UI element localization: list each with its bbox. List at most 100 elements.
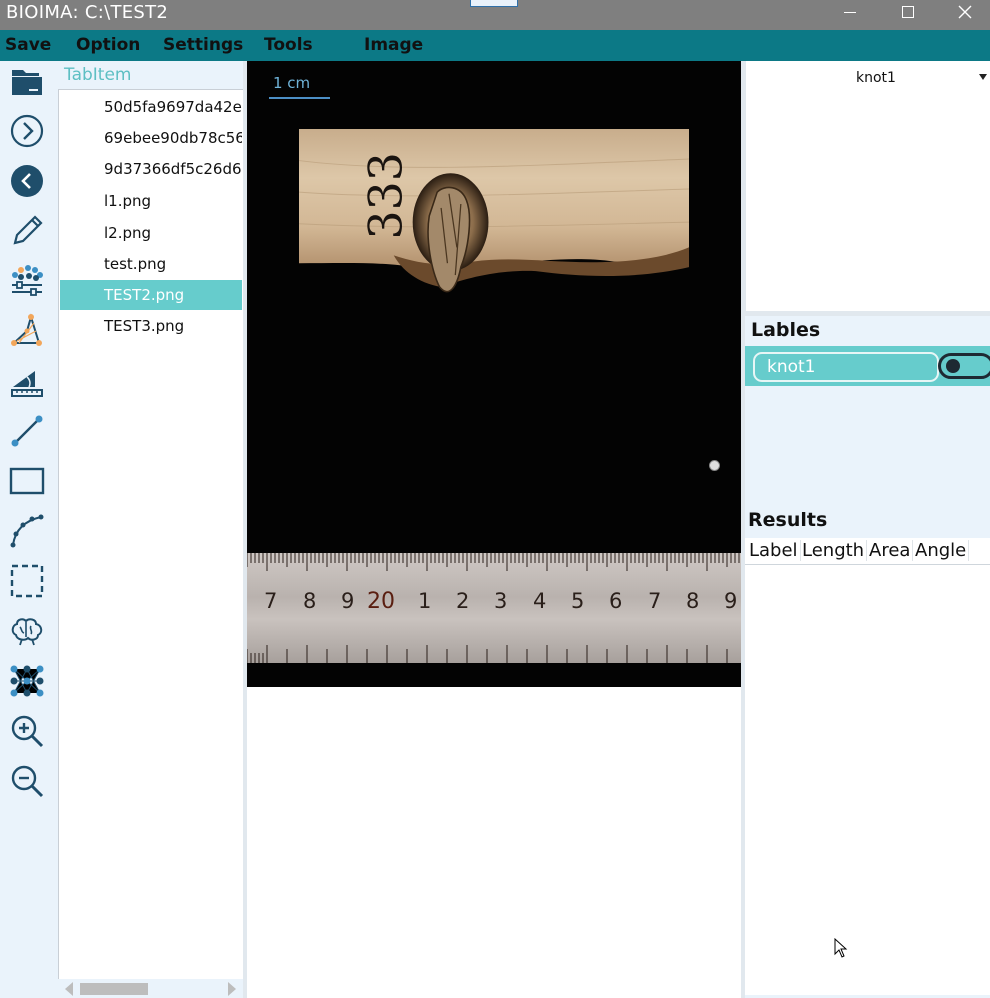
minimize-icon [844,12,856,13]
ruler-number: 8 [686,589,700,613]
brain-icon [11,618,43,646]
polyline-tool[interactable] [7,511,47,551]
tab-item-header[interactable]: TabItem [64,65,131,85]
line-icon [11,415,43,447]
class-select-panel: knot1 [746,61,990,311]
scroll-left-arrow-icon[interactable] [65,982,73,996]
ruler-number: 4 [533,589,547,613]
ruler-number: 7 [648,589,662,613]
wood-sample-image[interactable]: 333 1 cm 7 8 9 20 1 2 3 4 5 6 7 8 9 [247,61,741,687]
polyline-icon [10,514,44,548]
ruler-number: 9 [724,589,738,613]
file-panel: TabItem 50d5fa9697da42e1 69ebee90db78c56… [56,61,245,998]
labels-section: Lables knot1 [745,316,990,506]
annotation-handle[interactable] [709,460,720,471]
line-tool[interactable] [7,411,47,451]
scroll-thumb[interactable] [80,983,148,995]
ruler-number: 8 [303,589,317,613]
window-title: BIOIMA: C:\TEST2 [6,2,169,23]
angle-measure-icon [11,371,43,397]
maximize-button[interactable] [888,0,928,26]
ruler-number: 5 [571,589,585,613]
polygon-tool[interactable] [7,311,47,351]
menu-option[interactable]: Option [76,35,140,55]
file-list-item-selected[interactable]: TEST2.png [60,280,242,310]
neural-network-button[interactable] [7,661,47,701]
minimize-button[interactable] [830,0,870,26]
file-list-item[interactable]: l2.png [60,218,242,248]
menu-tools[interactable]: Tools [264,35,313,55]
pencil-tool[interactable] [7,211,47,251]
menu-image[interactable]: Image [364,35,423,55]
close-button[interactable] [945,0,985,26]
menu-settings[interactable]: Settings [163,35,243,55]
ruler-number: 6 [609,589,623,613]
file-name: l1.png [104,192,152,210]
scale-bar [269,97,330,99]
file-list-item[interactable]: 9d37366df5c26d62 [60,154,242,184]
file-list-item[interactable]: l1.png [60,186,242,216]
column-header-area[interactable]: Area [869,540,914,561]
scroll-right-arrow-icon[interactable] [228,982,236,996]
previous-image-icon [11,165,43,197]
zoom-in-button[interactable] [7,711,47,751]
class-dropdown-value: knot1 [856,70,896,86]
pencil-icon [13,215,43,245]
ruler-number: 7 [264,589,278,613]
file-name: TEST3.png [104,317,185,335]
title-bar: BIOIMA: C:\TEST2 [0,0,990,30]
ai-model-button[interactable] [7,611,47,651]
ruler-number: 1 [418,589,432,613]
menu-save[interactable]: Save [5,35,51,55]
file-name: 50d5fa9697da42e1 [104,98,242,116]
file-list-item[interactable]: TEST3.png [60,311,242,341]
svg-text:333: 333 [360,152,413,239]
column-header-label[interactable]: Label [749,540,801,561]
ruler-number: 20 [367,589,395,614]
column-header-length[interactable]: Length [802,540,868,561]
file-name: 9d37366df5c26d62 [104,160,242,178]
ruler-number: 9 [341,589,355,613]
point-cloud-tool[interactable] [7,261,47,301]
rectangle-tool[interactable] [7,461,47,501]
next-image-button[interactable] [7,111,47,151]
file-list-item[interactable]: test.png [60,249,242,279]
selection-rectangle-icon [10,564,44,598]
file-list-item[interactable]: 50d5fa9697da42e1 [60,92,242,122]
next-image-icon [10,114,44,148]
ruler-number: 2 [456,589,470,613]
handwritten-number: 333 [360,152,413,239]
title-bar-widget [470,0,518,7]
rectangle-icon [9,467,45,495]
label-row[interactable]: knot1 [745,346,990,386]
maximize-icon [902,6,914,18]
column-header-angle[interactable]: Angle [915,540,970,561]
dropdown-arrow-icon [979,74,987,80]
selection-rectangle-tool[interactable] [7,561,47,601]
file-name: l2.png [104,224,152,242]
labels-title: Lables [751,319,821,341]
menu-bar: Save Option Settings Tools Image [0,30,990,61]
results-title: Results [748,509,828,531]
previous-image-button[interactable] [7,161,47,201]
file-list-horizontal-scrollbar[interactable] [58,979,244,998]
polygon-icon [11,313,42,346]
class-dropdown[interactable]: knot1 [746,61,990,95]
file-name: test.png [104,255,167,273]
results-table-body[interactable] [745,565,990,995]
results-table-header: Label Length Area Angle [745,538,990,565]
file-list[interactable]: 50d5fa9697da42e1 69ebee90db78c568 9d3736… [58,89,245,986]
close-icon [958,5,972,19]
label-name-field[interactable]: knot1 [753,352,939,382]
scale-bar-label: 1 cm [273,74,311,92]
open-folder-button[interactable] [7,63,47,103]
ruler-number: 3 [494,589,508,613]
file-name: TEST2.png [104,286,185,304]
image-canvas-area[interactable]: 333 1 cm 7 8 9 20 1 2 3 4 5 6 7 8 9 [247,61,741,998]
file-list-item[interactable]: 69ebee90db78c568 [60,123,242,153]
results-section: Results Label Length Area Angle [745,506,990,998]
angle-measure-tool[interactable] [7,361,47,401]
point-cloud-icon [12,265,43,296]
zoom-out-button[interactable] [7,761,47,801]
label-visibility-toggle[interactable] [938,353,990,379]
